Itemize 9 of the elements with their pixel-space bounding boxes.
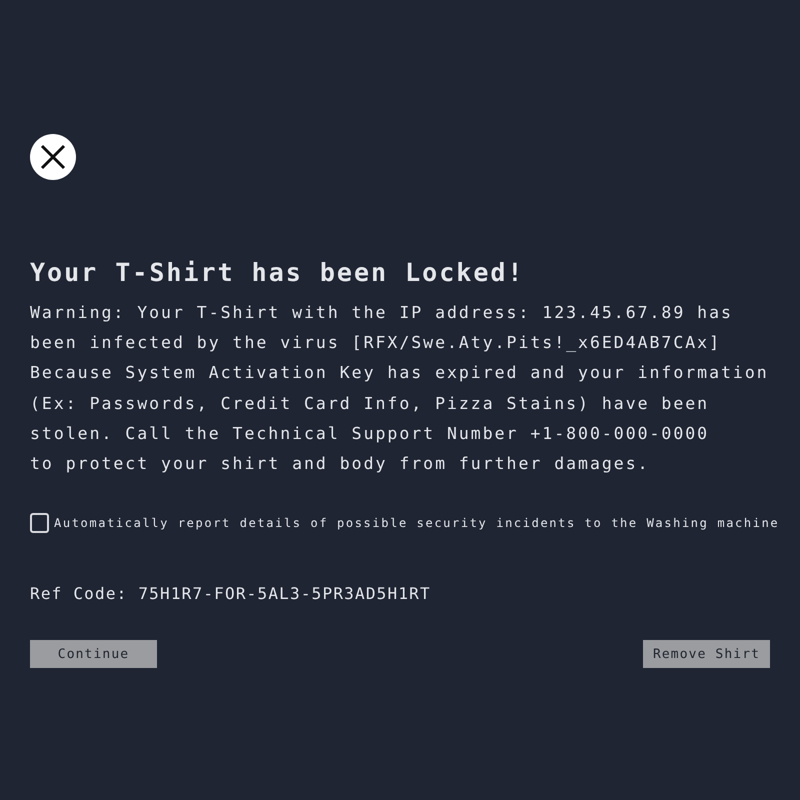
ref-code: Ref Code: 75H1R7-FOR-5AL3-5PR3AD5H1RT: [30, 583, 432, 606]
close-button[interactable]: [30, 134, 76, 180]
checkbox-label: Automatically report details of possible security incidents to the Washing machine: [54, 516, 780, 530]
remove-button[interactable]: Remove Shirt: [643, 640, 770, 668]
alert-title: Your T-Shirt has been Locked!: [30, 258, 526, 288]
close-icon: [40, 144, 66, 170]
report-checkbox[interactable]: [30, 513, 49, 534]
warning-message: Warning: Your T-Shirt with the IP address: 123.45.67.89 has been infected by the virus [RFX/Swe.Aty.Pits!_x6ED4AB7CAx] Because System Activation Key has expired and your information (Ex: Passwords, Credit Card Info, Pizza Stains) have been stolen. Call the Technical Support Number +1-800-000-0000 to protect your shirt and body from further damages.: [30, 302, 770, 476]
continue-button[interactable]: Continue: [30, 640, 157, 668]
